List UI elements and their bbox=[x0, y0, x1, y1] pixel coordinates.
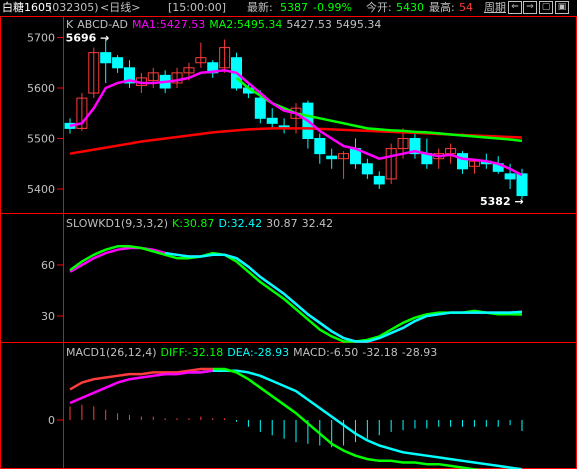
macd-name: MACD1(26,12,4) bbox=[66, 346, 157, 359]
candle-body bbox=[516, 173, 528, 197]
candle-body bbox=[504, 173, 516, 180]
candle-body bbox=[373, 175, 385, 185]
main-indicator-label: K ABCD-AD MA1:5427.53 MA2:5495.34 5427.53 549… bbox=[66, 18, 385, 31]
candlestick-panel: 5696 → 5382 → bbox=[64, 32, 528, 208]
high-price-marker: 5696 → bbox=[66, 32, 110, 45]
futures-chart[interactable]: 5696 → 5382 → 5700 5600 5500 5400 60 30 0 bbox=[0, 0, 577, 469]
low-price-marker: 5382 → bbox=[480, 195, 524, 208]
candle-body bbox=[457, 153, 469, 170]
macd-extra-1: -32.18 bbox=[362, 346, 398, 359]
kd-panel bbox=[69, 245, 523, 343]
kd-tick-label: 60 bbox=[41, 259, 55, 272]
macd-value-label: MACD:-6.50 bbox=[293, 346, 359, 359]
macd-tick-label: 0 bbox=[48, 414, 55, 427]
macd-panel bbox=[69, 367, 523, 469]
kd-extra-1: 30.87 bbox=[266, 217, 298, 230]
candle-body bbox=[112, 57, 124, 69]
price-tick-label: 5600 bbox=[27, 82, 55, 95]
diff-line bbox=[212, 367, 482, 469]
dea-line bbox=[188, 369, 523, 469]
ma2-extra: 5495.34 bbox=[335, 18, 382, 31]
candle-body bbox=[266, 117, 278, 124]
candle-body bbox=[314, 138, 326, 155]
kd-k-line bbox=[69, 245, 523, 343]
candle-body bbox=[100, 52, 112, 64]
y-axis-ticks: 5700 5600 5500 5400 60 30 0 bbox=[27, 32, 63, 427]
dea-line-early bbox=[69, 369, 213, 405]
kd-indicator-label: SLOWKD1(9,3,3,2) K:30.87 D:32.42 30.87 32.42 bbox=[66, 217, 337, 230]
symbol-label: ABCD-AD bbox=[77, 18, 128, 31]
kd-k-label: K:30.87 bbox=[172, 217, 215, 230]
macd-diff-label: DIFF:-32.18 bbox=[160, 346, 224, 359]
kd-d-magenta-line bbox=[69, 246, 523, 343]
price-tick-label: 5400 bbox=[27, 183, 55, 196]
macd-dea-label: DEA:-28.93 bbox=[227, 346, 290, 359]
price-tick-label: 5500 bbox=[27, 133, 55, 146]
kd-extra-2: 32.42 bbox=[301, 217, 334, 230]
macd-extra-2: -28.93 bbox=[401, 346, 438, 359]
kd-name: SLOWKD1(9,3,3,2) bbox=[66, 217, 169, 230]
candle-body bbox=[326, 155, 338, 160]
ma1-label: MA1:5427.53 bbox=[131, 18, 206, 31]
ma2-label: MA2:5495.34 bbox=[209, 18, 283, 31]
candle-body bbox=[361, 163, 373, 175]
kd-d-label: D:32.42 bbox=[218, 217, 263, 230]
price-tick-label: 5700 bbox=[27, 32, 55, 45]
k-label: K bbox=[66, 18, 74, 31]
candle-body bbox=[254, 97, 266, 119]
ma1-extra: 5427.53 bbox=[286, 18, 332, 31]
chart-frame bbox=[0, 16, 577, 469]
macd-indicator-label: MACD1(26,12,4) DIFF:-32.18 DEA:-28.93 MACD:… bbox=[66, 346, 441, 359]
kd-tick-label: 30 bbox=[41, 310, 55, 323]
kd-d-line bbox=[165, 251, 523, 343]
